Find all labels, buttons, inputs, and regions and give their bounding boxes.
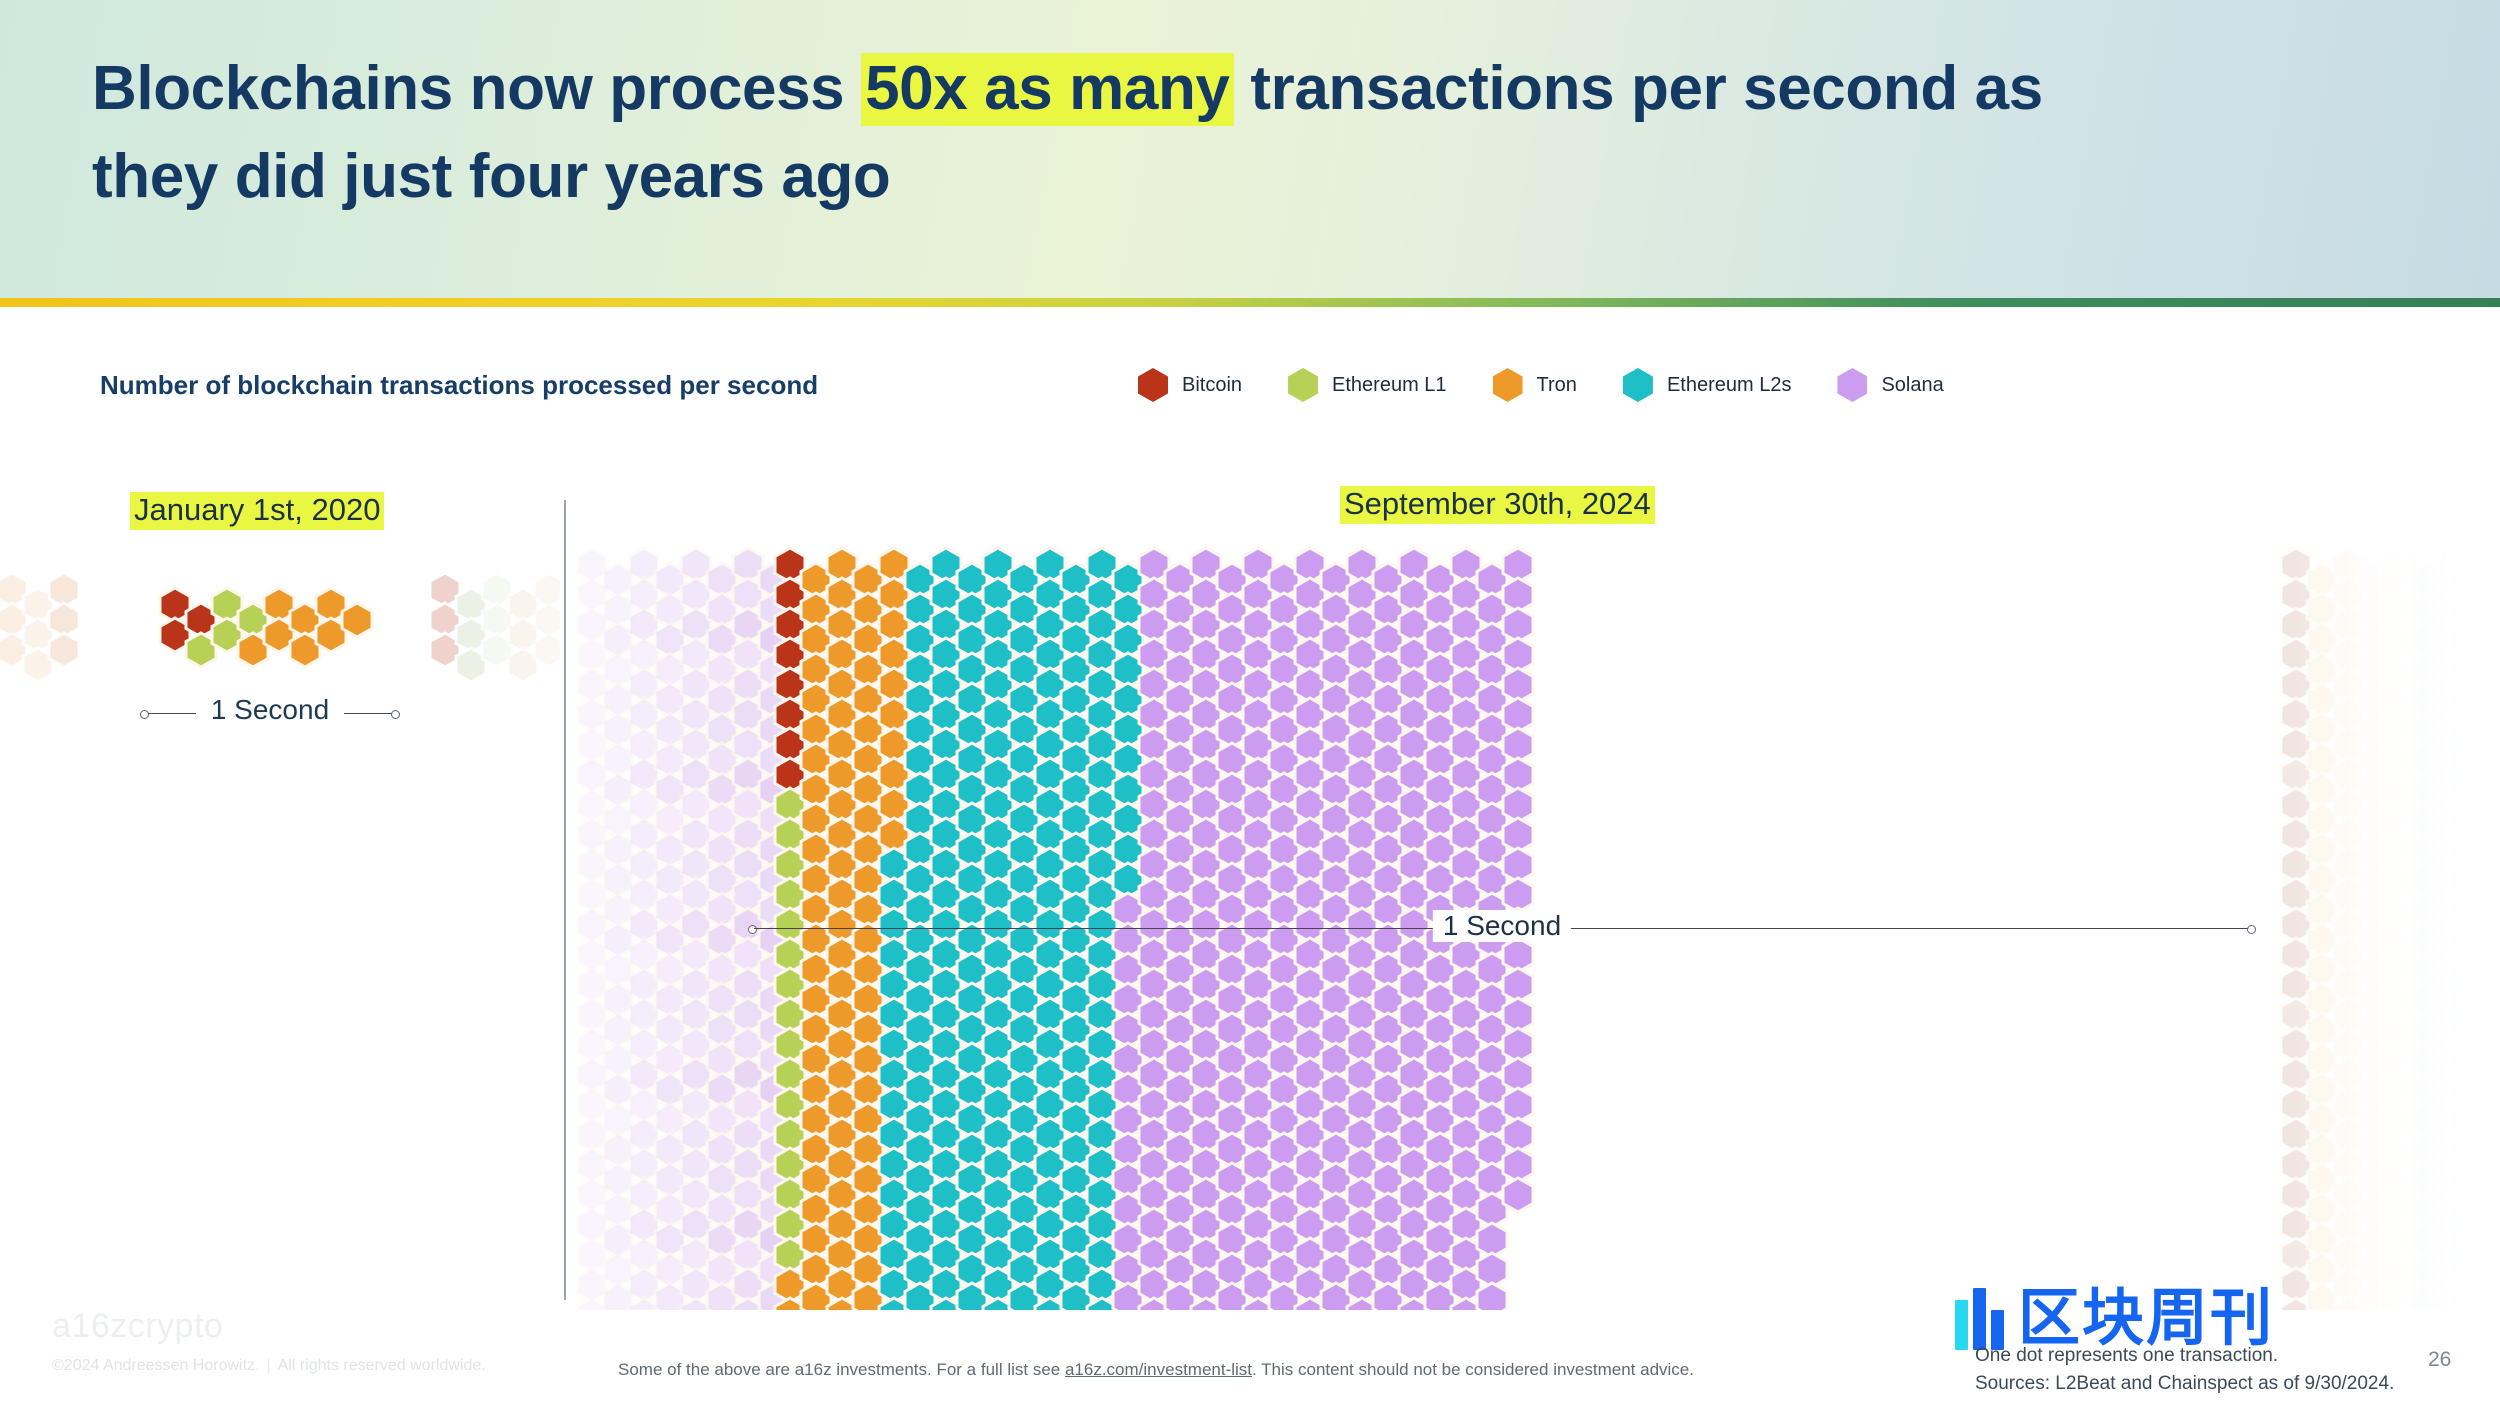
hexagon-swatch-icon: [1492, 368, 1523, 402]
measure-line-right: [1558, 928, 2250, 929]
legend-label: Solana: [1881, 373, 1944, 396]
watermark-logo: 区块周刊: [1955, 1288, 2274, 1350]
divider-pipe: |: [266, 1357, 271, 1374]
sources-note: One dot represents one transaction. Sour…: [1975, 1342, 2394, 1397]
watermark-text: 区块周刊: [2018, 1284, 2275, 1353]
a16z-crypto-logo: a16zcrypto: [52, 1307, 224, 1345]
measure-label: 1 Second: [1432, 910, 1572, 942]
hexagon-swatch-icon: [1837, 368, 1868, 402]
hexagon-swatch-icon: [1138, 368, 1168, 402]
legend-item-solana[interactable]: Solana: [1837, 368, 1944, 402]
page-number: 26: [2428, 1348, 2452, 1371]
hexagon-swatch-icon: [1288, 368, 1319, 402]
chart-subtitle: Number of blockchain transactions proces…: [100, 370, 819, 400]
bars-logo-icon: [1955, 1288, 2004, 1350]
legend-item-ethereum-l2s[interactable]: Ethereum L2s: [1622, 368, 1792, 402]
title-highlight: 50x as many: [861, 53, 1234, 126]
rights-text: All rights reserved worldwide.: [277, 1357, 486, 1374]
legend-item-tron[interactable]: Tron: [1492, 368, 1577, 402]
copyright-text: ©2024 Andreessen Horowitz.: [52, 1357, 260, 1374]
legend-item-bitcoin[interactable]: Bitcoin: [1138, 368, 1242, 402]
measure-span-2024: 1 Second: [748, 908, 2256, 948]
measure-line-left: [754, 928, 1446, 929]
investment-list-link[interactable]: a16z.com/investment-list: [1065, 1360, 1252, 1379]
legend-label: Ethereum L1: [1332, 373, 1447, 396]
unit-note: One dot represents one transaction.: [1975, 1345, 2279, 1366]
legend-label: Ethereum L2s: [1666, 373, 1792, 396]
chart-legend: Bitcoin Ethereum L1 Tron Ethereum L2s So…: [1138, 368, 1990, 402]
copyright-line: ©2024 Andreessen Horowitz. | All rights re…: [52, 1357, 486, 1375]
title-line-2: they did just four years ago: [92, 142, 891, 211]
investment-disclaimer: Some of the above are a16z investments. …: [618, 1360, 1694, 1380]
header-accent-rule: [0, 298, 2500, 307]
disclaimer-post: . This content should not be considered …: [1252, 1360, 1694, 1379]
disclaimer-pre: Some of the above are a16z investments. …: [618, 1360, 1065, 1379]
measure-endpoint-icon: [748, 925, 757, 934]
panel-date-label-2024: September 30th, 2024: [1340, 486, 1655, 524]
hexagon-swatch-icon: [1622, 368, 1653, 402]
title-text-part2: transactions per second as: [1233, 54, 2043, 123]
panel-date-label-2020: January 1st, 2020: [130, 492, 385, 530]
title-text-part1: Blockchains now process: [92, 54, 862, 123]
legend-label: Tron: [1536, 373, 1577, 396]
slide-title: Blockchains now process 50x as many tran…: [92, 53, 2392, 211]
legend-item-ethereum-l1[interactable]: Ethereum L1: [1288, 368, 1447, 402]
sources-text: Sources: L2Beat and Chainspect as of 9/3…: [1975, 1372, 2395, 1394]
legend-label: Bitcoin: [1182, 373, 1243, 396]
measure-endpoint-icon: [2247, 925, 2256, 934]
